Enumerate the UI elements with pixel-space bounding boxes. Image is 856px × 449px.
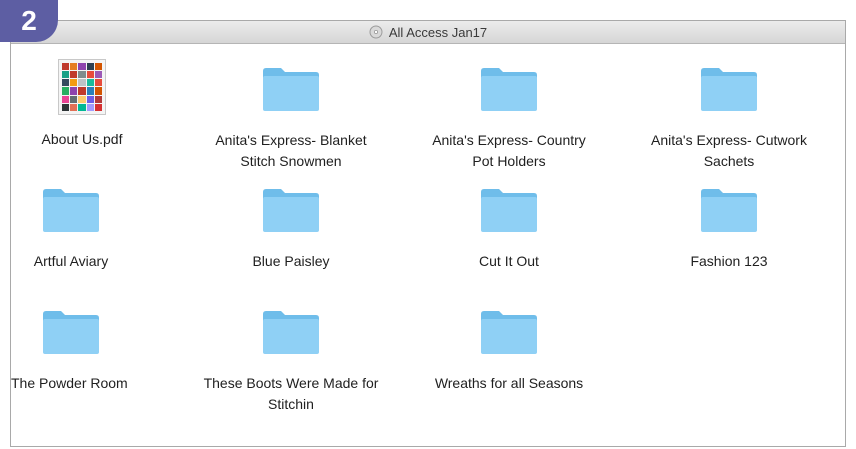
window-title: All Access Jan17	[388, 24, 488, 40]
folder-blue-paisley[interactable]: Blue Paisley	[183, 186, 399, 272]
folder-icon	[43, 189, 99, 232]
folder-label: Cut It Out	[479, 253, 539, 269]
folder-label: Wreaths for all Seasons	[434, 375, 584, 391]
folder-icon	[263, 68, 319, 111]
folder-artful-aviary[interactable]: Artful Aviary	[0, 186, 179, 272]
folder-icon	[481, 189, 537, 232]
finder-window: All Access Jan17 About Us.pdf Anita's Ex…	[10, 20, 846, 447]
folder-anitas-express-blanket-stitch-snowmen[interactable]: Anita's Express- Blanket Stitch Snowmen	[183, 65, 399, 172]
folder-icon	[701, 68, 757, 111]
folder-label: Anita's Express- Cutwork Sachets	[651, 132, 807, 169]
folder-cut-it-out[interactable]: Cut It Out	[401, 186, 617, 272]
folder-icon	[43, 311, 99, 354]
folder-label: These Boots Were Made for Stitchin	[203, 375, 379, 412]
folder-label: Blue Paisley	[252, 253, 330, 269]
disk-icon	[369, 25, 383, 39]
folder-these-boots-were-made-for-stitchin[interactable]: These Boots Were Made for Stitchin	[183, 308, 399, 415]
folder-icon	[481, 68, 537, 111]
step-number-badge: 2	[0, 0, 58, 42]
folder-label: Fashion 123	[690, 253, 768, 269]
folder-icon	[263, 311, 319, 354]
folder-label: The Powder Room	[11, 375, 128, 391]
pdf-thumbnail-icon	[58, 59, 106, 115]
folder-fashion-123[interactable]: Fashion 123	[621, 186, 837, 272]
folder-label: Artful Aviary	[33, 253, 109, 269]
file-label: About Us.pdf	[41, 131, 123, 147]
folder-the-powder-room[interactable]: The Powder Room	[0, 308, 179, 394]
folder-icon	[481, 311, 537, 354]
folder-anitas-express-cutwork-sachets[interactable]: Anita's Express- Cutwork Sachets	[621, 65, 837, 172]
folder-icon	[263, 189, 319, 232]
folder-wreaths-for-all-seasons[interactable]: Wreaths for all Seasons	[401, 308, 617, 394]
folder-label: Anita's Express- Blanket Stitch Snowmen	[215, 132, 367, 169]
folder-label: Anita's Express- Country Pot Holders	[432, 132, 586, 169]
folder-anitas-express-country-pot-holders[interactable]: Anita's Express- Country Pot Holders	[401, 65, 617, 172]
window-titlebar[interactable]: All Access Jan17	[11, 21, 845, 44]
file-about-us-pdf[interactable]: About Us.pdf	[0, 59, 190, 150]
folder-icon	[701, 189, 757, 232]
